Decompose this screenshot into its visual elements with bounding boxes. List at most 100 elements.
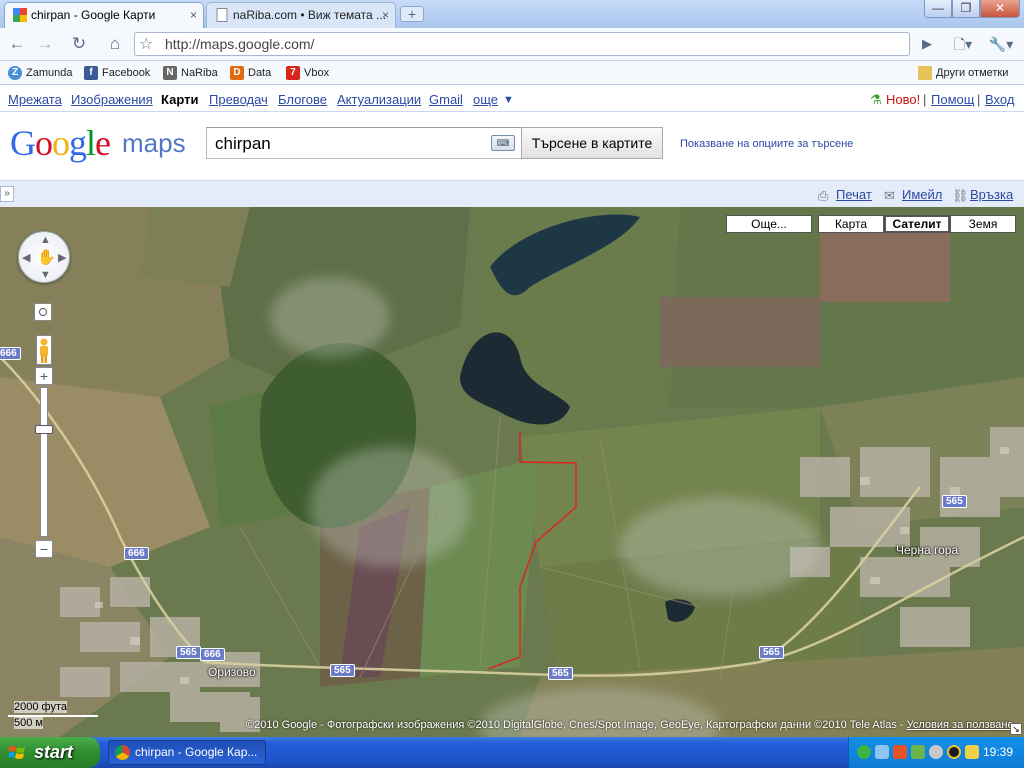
bookmark-vbox[interactable]: 7 Vbox — [286, 65, 329, 81]
email-link[interactable]: ✉ Имейл — [884, 187, 943, 203]
tray-app-icon[interactable] — [857, 745, 871, 759]
town-label-orizovo: Оризово — [208, 665, 256, 679]
resize-corner-icon[interactable]: ↘ — [1010, 723, 1022, 735]
reset-view-button[interactable] — [34, 303, 52, 321]
gbar-link-updates[interactable]: Актуализации — [337, 92, 421, 107]
tab-close-icon[interactable]: × — [190, 3, 197, 27]
folder-icon — [918, 66, 932, 80]
scale-imperial: 2000 фута — [14, 701, 67, 713]
minimize-button[interactable]: — — [924, 0, 952, 18]
zoom-slider-thumb[interactable] — [35, 425, 53, 434]
logo-letter: o — [35, 123, 53, 163]
bookmark-zamunda[interactable]: Z Zamunda — [8, 65, 72, 81]
gbar-link-more[interactable]: още — [473, 92, 498, 107]
logo-letter: o — [52, 123, 70, 163]
road-number-badge: 565 — [942, 495, 967, 508]
tab-nariba[interactable]: naRiba.com • Виж темата ... × — [206, 2, 396, 28]
back-arrow-icon[interactable]: ← — [4, 32, 30, 56]
vbox-icon: 7 — [286, 66, 300, 80]
search-maps-button[interactable]: Търсене в картите — [521, 127, 663, 159]
other-bookmarks-label: Други отметки — [936, 67, 1009, 79]
scale-metric: 500 м — [14, 717, 43, 729]
street-view-pegman[interactable] — [36, 335, 52, 365]
gbar-link-translate[interactable]: Преводач — [209, 92, 268, 107]
bookmark-data[interactable]: D Data — [230, 65, 271, 81]
road-number-badge: 565 — [548, 667, 573, 680]
google-logo[interactable]: Google — [10, 122, 111, 164]
road-number-badge: 565 — [330, 664, 355, 677]
gbar-link-gmail[interactable]: Gmail — [429, 92, 463, 107]
map-type-earth[interactable]: Земя — [950, 215, 1016, 233]
gbar-link-blogs[interactable]: Блогове — [278, 92, 327, 107]
bookmark-nariba[interactable]: N NaRiba — [163, 65, 218, 81]
network-icon[interactable] — [875, 745, 889, 759]
tab-title: chirpan - Google Карти — [31, 8, 156, 22]
address-bar[interactable]: ☆ — [134, 32, 910, 56]
print-link[interactable]: ⎙ Печат — [818, 187, 872, 203]
wrench-menu-icon[interactable]: 🔧▾ — [986, 32, 1016, 56]
tab-google-maps[interactable]: chirpan - Google Карти × — [4, 2, 204, 28]
logo-letter: G — [10, 123, 36, 163]
gbar-link-images[interactable]: Изображения — [71, 92, 153, 107]
maps-link-bar: » ⎙ Печат ✉ Имейл ⛓ Връзка — [0, 180, 1024, 207]
keyboard-icon[interactable]: ⌨ — [491, 135, 515, 151]
page-favicon-icon — [216, 8, 228, 22]
start-button[interactable]: start — [0, 737, 100, 768]
link-link[interactable]: ⛓ Връзка — [952, 187, 1013, 203]
bookmark-star-icon[interactable]: ☆ — [139, 34, 153, 54]
email-label: Имейл — [902, 187, 943, 202]
bookmark-label: Facebook — [102, 67, 151, 79]
new-tab-button[interactable]: + — [400, 6, 424, 22]
facebook-icon: f — [84, 66, 98, 80]
speaker-icon[interactable] — [929, 745, 943, 759]
new-label[interactable]: Ново! — [886, 92, 920, 107]
print-label: Печат — [836, 187, 872, 202]
search-input[interactable] — [215, 133, 485, 155]
chrome-icon — [115, 745, 130, 760]
url-input[interactable] — [165, 35, 865, 53]
copyright-text: ©2010 Google - Фотографски изображения ©… — [246, 719, 907, 731]
more-layers-button[interactable]: Още... — [726, 215, 812, 233]
pan-right-icon[interactable]: ▶ — [58, 251, 66, 264]
go-arrow-icon[interactable]: ▶ — [914, 32, 940, 56]
satellite-map[interactable]: Още... Карта Сателит Земя ▲ ▼ ◀ ▶ ✋ + − … — [0, 207, 1024, 737]
maximize-button[interactable]: ❐ — [952, 0, 980, 18]
tab-close-icon[interactable]: × — [382, 3, 389, 27]
other-bookmarks[interactable]: Други отметки — [918, 65, 1008, 81]
pan-control[interactable]: ▲ ▼ ◀ ▶ ✋ — [18, 231, 70, 283]
pan-up-icon[interactable]: ▲ — [40, 234, 51, 246]
forward-arrow-icon[interactable]: → — [32, 32, 58, 56]
clock: 19:39 — [983, 745, 1014, 759]
close-window-button[interactable]: ✕ — [980, 0, 1020, 18]
tray-app-icon[interactable] — [965, 745, 979, 759]
zoom-out-button[interactable]: − — [35, 540, 53, 558]
satellite-imagery — [0, 207, 1024, 737]
tray-app-icon[interactable] — [893, 745, 907, 759]
road-number-badge: 565 — [176, 646, 201, 659]
tray-app-icon[interactable] — [947, 745, 961, 759]
home-icon[interactable]: ⌂ — [102, 32, 128, 56]
map-type-map[interactable]: Карта — [818, 215, 884, 233]
help-link[interactable]: Помощ — [931, 92, 974, 107]
signin-link[interactable]: Вход — [985, 92, 1014, 107]
more-arrow-icon[interactable]: ▼ — [503, 94, 514, 106]
zoom-in-button[interactable]: + — [35, 367, 53, 385]
bookmark-label: Zamunda — [26, 67, 73, 79]
terms-link[interactable]: Условия за ползване — [907, 719, 1014, 731]
map-type-satellite[interactable]: Сателит — [884, 215, 950, 233]
taskbar-item-chrome[interactable]: chirpan - Google Кар... — [108, 740, 266, 765]
zoom-slider-track[interactable] — [40, 387, 48, 537]
map-scale: 2000 фута 500 м — [8, 701, 98, 731]
pan-down-icon[interactable]: ▼ — [40, 269, 51, 281]
reload-icon[interactable]: ↻ — [66, 32, 92, 56]
page-menu-icon[interactable]: 🗋▾ — [948, 32, 978, 56]
search-options-link[interactable]: Показване на опциите за търсене — [680, 138, 853, 150]
pan-left-icon[interactable]: ◀ — [22, 251, 30, 264]
tray-app-icon[interactable] — [911, 745, 925, 759]
gbar-link-web[interactable]: Мрежата — [8, 92, 62, 107]
chain-link-icon: ⛓ — [952, 188, 969, 203]
bookmark-facebook[interactable]: f Facebook — [84, 65, 150, 81]
search-box[interactable]: ⌨ — [206, 127, 522, 159]
collapse-panel-button[interactable]: » — [0, 186, 14, 202]
road-number-badge: 666 — [0, 347, 21, 360]
